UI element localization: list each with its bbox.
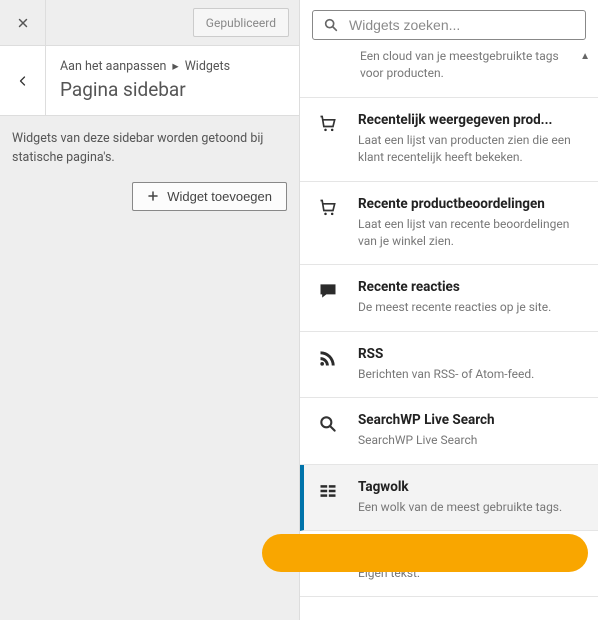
breadcrumb-current: Widgets — [185, 59, 230, 74]
add-widget-button[interactable]: Widget toevoegen — [132, 182, 287, 211]
widget-title: Recente reacties — [358, 279, 582, 295]
widget-desc: Een cloud van je meestgebruikte tags voo… — [360, 49, 559, 80]
close-button[interactable] — [0, 0, 46, 45]
back-button[interactable] — [0, 46, 46, 115]
top-bar: Gepubliceerd — [0, 0, 299, 46]
breadcrumb-arrow: ▸ — [172, 58, 178, 74]
customizer-sidebar: Gepubliceerd Aan het aanpassen ▸ Widgets… — [0, 0, 300, 620]
breadcrumb-row: Aan het aanpassen ▸ Widgets Pagina sideb… — [0, 46, 299, 116]
widget-picker-panel: Een cloud van je meestgebruikte tags voo… — [300, 0, 598, 620]
comment-icon — [316, 279, 340, 316]
widget-desc: Laat een lijst van recente beoordelingen… — [358, 216, 582, 251]
breadcrumb-root: Aan het aanpassen — [60, 59, 166, 74]
rss-icon — [316, 346, 340, 383]
widget-desc: Laat een lijst van producten zien die ee… — [358, 132, 582, 167]
widget-item[interactable]: Tagwolk Een wolk van de meest gebruikte t… — [300, 465, 598, 531]
widget-item[interactable]: RSS Berichten van RSS- of Atom-feed. — [300, 332, 598, 398]
publish-status-button[interactable]: Gepubliceerd — [193, 8, 289, 37]
widget-title: Tagwolk — [358, 479, 582, 495]
widget-title: SearchWP Live Search — [358, 412, 582, 428]
widget-desc: Berichten van RSS- of Atom-feed. — [358, 366, 582, 383]
widget-title: RSS — [358, 346, 582, 362]
widget-desc: Een wolk van de meest gebruikte tags. — [358, 499, 582, 516]
cart-icon — [316, 196, 340, 251]
widget-desc: SearchWP Live Search — [358, 432, 582, 449]
add-widget-label: Widget toevoegen — [167, 189, 272, 204]
widget-title: Recentelijk weergegeven prod... — [358, 112, 582, 128]
scroll-up-icon[interactable]: ▲ — [580, 50, 590, 65]
breadcrumb: Aan het aanpassen ▸ Widgets — [60, 58, 285, 74]
widget-title: Recente productbeoordelingen — [358, 196, 582, 212]
search-wrapper[interactable] — [312, 10, 586, 40]
close-icon — [16, 16, 30, 30]
cart-icon — [316, 112, 340, 167]
sidebar-description: Widgets van deze sidebar worden getoond … — [0, 116, 299, 182]
tagcloud-icon — [316, 479, 340, 516]
publish-label: Gepubliceerd — [206, 16, 276, 30]
widget-item[interactable]: SearchWP Live Search SearchWP Live Search — [300, 398, 598, 464]
search-input[interactable] — [349, 17, 575, 33]
highlight-overlay — [262, 534, 588, 572]
chevron-left-icon — [17, 75, 29, 87]
widget-item[interactable]: Recente productbeoordelingen Laat een lij… — [300, 182, 598, 266]
search-icon — [323, 17, 339, 33]
page-title: Pagina sidebar — [60, 78, 285, 101]
search-icon — [316, 412, 340, 449]
widget-item[interactable]: Recentelijk weergegeven prod... Laat een … — [300, 98, 598, 182]
widget-desc: De meest recente reacties op je site. — [358, 299, 582, 316]
plus-icon — [147, 190, 159, 202]
widget-item[interactable]: Recente reacties De meest recente reactie… — [300, 265, 598, 331]
widget-item-partial[interactable]: Een cloud van je meestgebruikte tags voo… — [300, 48, 598, 98]
